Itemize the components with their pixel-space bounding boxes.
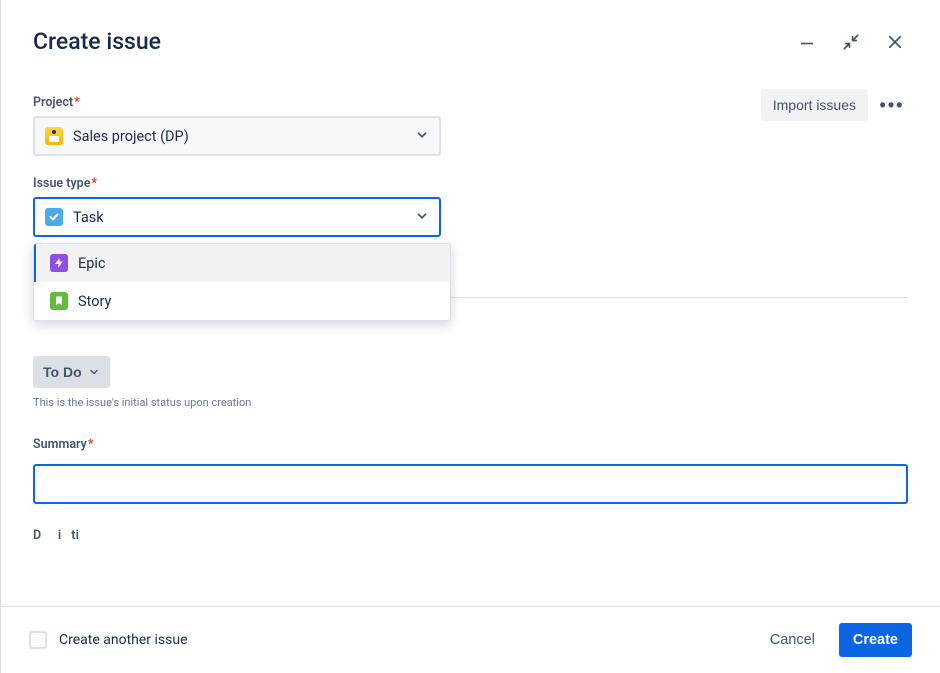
status-button[interactable]: To Do — [33, 356, 110, 388]
project-value: Sales project (DP) — [73, 128, 189, 145]
issue-type-value: Task — [73, 209, 104, 226]
issue-type-label-text: Issue type — [33, 176, 90, 191]
issue-type-area: Task Epic — [33, 197, 473, 237]
epic-icon — [50, 254, 68, 272]
create-another-checkbox[interactable] — [29, 631, 47, 649]
left-fields: Project* Sales project (DP) Issue type* — [33, 75, 473, 237]
status-value: To Do — [43, 364, 82, 380]
close-button[interactable] — [882, 29, 908, 55]
chevron-down-icon — [415, 127, 429, 146]
project-select[interactable]: Sales project (DP) — [33, 116, 441, 156]
top-row: Project* Sales project (DP) Issue type* — [33, 75, 908, 237]
more-actions-button[interactable]: ••• — [876, 89, 908, 121]
chevron-down-icon — [415, 208, 429, 227]
more-horizontal-icon: ••• — [880, 95, 905, 116]
project-label-text: Project — [33, 95, 73, 110]
status-hint: This is the issue's initial status upon … — [33, 396, 908, 409]
issue-type-dropdown: Epic Story — [33, 243, 451, 321]
option-label: Story — [78, 293, 111, 310]
project-label: Project* — [33, 95, 473, 110]
story-icon — [50, 292, 68, 310]
summary-input[interactable] — [33, 464, 908, 504]
issue-type-select[interactable]: Task — [33, 197, 441, 237]
project-avatar-icon — [45, 127, 63, 145]
option-label: Epic — [78, 255, 106, 272]
close-icon — [886, 33, 904, 51]
exit-fullscreen-button[interactable] — [838, 29, 864, 55]
window-controls — [794, 29, 908, 55]
issue-type-option-epic[interactable]: Epic — [34, 244, 450, 282]
description-label-partial: D i ti — [33, 528, 908, 540]
header-actions: Import issues ••• — [761, 89, 908, 121]
import-issues-button[interactable]: Import issues — [761, 89, 868, 121]
dialog-footer: Create another issue Cancel Create — [1, 606, 940, 673]
summary-label-text: Summary — [33, 437, 87, 452]
create-button[interactable]: Create — [839, 623, 912, 657]
issue-type-option-story[interactable]: Story — [34, 282, 450, 320]
dialog-title: Create issue — [33, 28, 161, 55]
create-issue-modal: Create issue Project* Sales project (DP) — [0, 0, 940, 673]
task-icon — [45, 208, 63, 226]
minimize-button[interactable] — [794, 29, 820, 55]
minimize-icon — [798, 33, 816, 51]
required-asterisk: * — [91, 176, 97, 191]
required-asterisk: * — [88, 437, 94, 452]
dialog-body: Project* Sales project (DP) Issue type* — [1, 63, 940, 606]
chevron-down-icon — [88, 366, 100, 378]
required-asterisk: * — [74, 95, 80, 110]
contract-icon — [842, 33, 860, 51]
issue-type-label: Issue type* — [33, 176, 473, 191]
cancel-button[interactable]: Cancel — [758, 624, 827, 656]
dialog-header: Create issue — [1, 0, 940, 63]
summary-label: Summary* — [33, 437, 908, 452]
create-another-label: Create another issue — [59, 632, 188, 648]
